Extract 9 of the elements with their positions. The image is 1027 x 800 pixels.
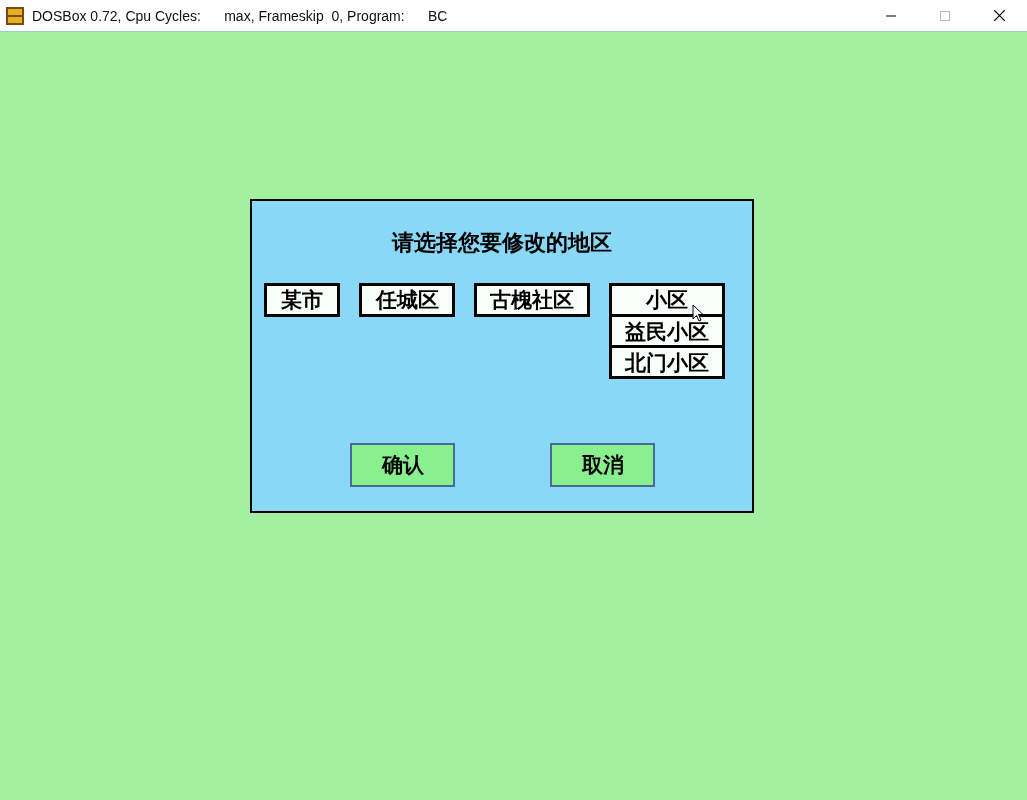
dropdown-option[interactable]: 北门小区 <box>609 348 725 379</box>
region-button[interactable]: 某市 <box>264 283 340 317</box>
dropdown-option[interactable]: 益民小区 <box>609 317 725 348</box>
window-title: DOSBox 0.72, Cpu Cycles: max, Frameskip 0, Program: BC <box>32 7 448 24</box>
region-button[interactable]: 古槐社区 <box>474 283 590 317</box>
dialog-title: 请选择您要修改的地区 <box>390 229 613 257</box>
dialog-button[interactable]: 取消 <box>550 443 655 487</box>
dialog-button[interactable]: 确认 <box>350 443 455 487</box>
region-button[interactable]: 任城区 <box>359 283 455 317</box>
